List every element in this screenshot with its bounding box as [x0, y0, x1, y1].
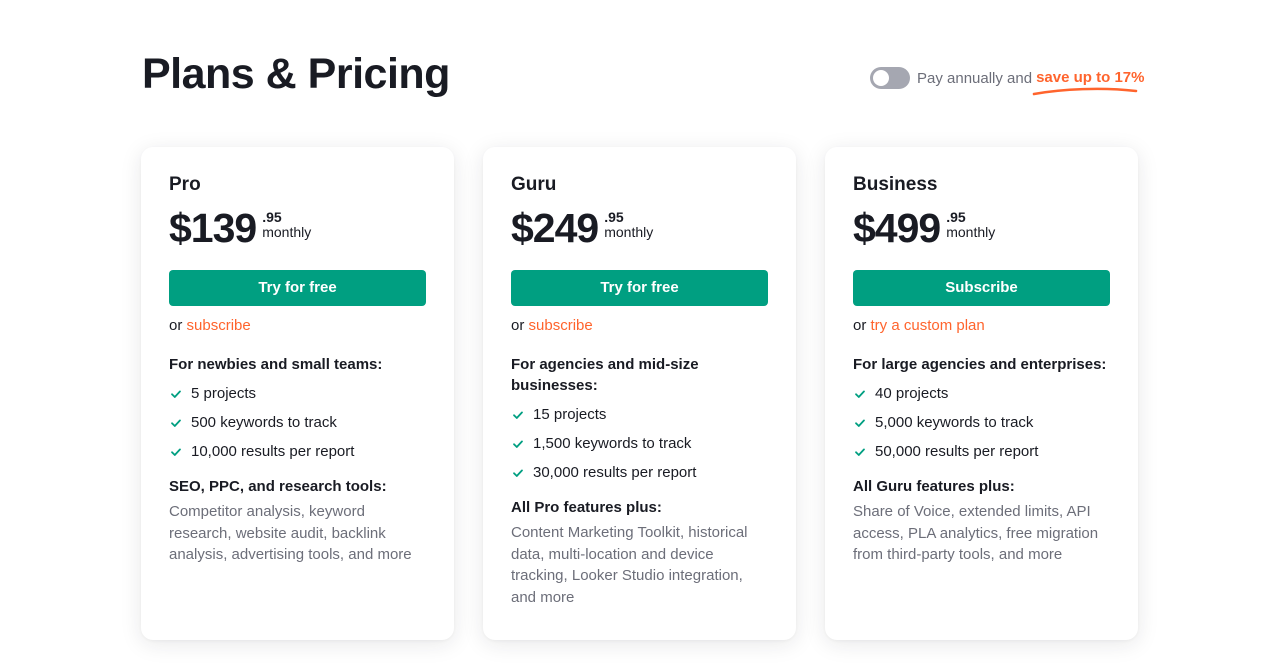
feature-item: 1,500 keywords to track — [511, 429, 768, 458]
extras-title: All Guru features plus: — [853, 478, 1015, 495]
price-whole: $499 — [853, 205, 941, 251]
check-icon — [855, 448, 865, 456]
feature-text: 500 keywords to track — [191, 414, 337, 431]
price-whole: $139 — [169, 205, 257, 251]
price-period: monthly — [604, 224, 654, 240]
extras-description: Competitor analysis, keyword research, w… — [169, 503, 412, 563]
check-icon — [171, 419, 181, 427]
check-icon — [171, 390, 181, 398]
extras-description: Share of Voice, extended limits, API acc… — [853, 503, 1099, 563]
feature-item: 40 projects — [853, 379, 1110, 408]
billing-toggle-label: Pay annually and — [917, 69, 1033, 87]
plan-name: Pro — [169, 174, 201, 195]
alt-action: or subscribe — [169, 316, 426, 336]
feature-item: 5,000 keywords to track — [853, 408, 1110, 437]
price-details: .95 monthly — [262, 210, 311, 240]
price-details: .95 monthly — [946, 210, 995, 240]
feature-text: 50,000 results per report — [875, 443, 1039, 460]
plan-price: $139 .95 monthly — [169, 206, 426, 250]
feature-item: 10,000 results per report — [169, 437, 426, 466]
alt-prefix: or — [169, 317, 183, 334]
check-icon — [855, 390, 865, 398]
alt-action: or try a custom plan — [853, 316, 1110, 336]
plan-audience: For agencies and mid-size businesses: — [511, 356, 699, 394]
plan-audience: For newbies and small teams: — [169, 356, 383, 373]
annual-billing-toggle[interactable] — [870, 67, 910, 89]
check-icon — [513, 411, 523, 419]
subscribe-button[interactable]: Subscribe — [853, 270, 1110, 306]
page-title: Plans & Pricing — [142, 50, 450, 98]
subscribe-link[interactable]: subscribe — [187, 317, 251, 334]
feature-item: 30,000 results per report — [511, 458, 768, 487]
alt-prefix: or — [511, 317, 525, 334]
feature-text: 10,000 results per report — [191, 443, 355, 460]
billing-toggle-group: Pay annually and save up to 17% — [870, 66, 1144, 96]
feature-text: 1,500 keywords to track — [533, 435, 692, 452]
price-cents: .95 — [262, 209, 282, 225]
custom-plan-link[interactable]: try a custom plan — [871, 317, 985, 334]
feature-item: 5 projects — [169, 379, 426, 408]
extras-title: SEO, PPC, and research tools: — [169, 478, 387, 495]
price-cents: .95 — [946, 209, 966, 225]
try-for-free-button[interactable]: Try for free — [511, 270, 768, 306]
alt-prefix: or — [853, 317, 867, 334]
feature-list: 40 projects 5,000 keywords to track 50,0… — [853, 379, 1110, 466]
pricing-page: Plans & Pricing Pay annually and save up… — [0, 0, 1280, 666]
feature-list: 15 projects 1,500 keywords to track 30,0… — [511, 400, 768, 487]
plan-card-guru: Guru $249 .95 monthly Try for free or su… — [483, 147, 796, 640]
plan-audience: For large agencies and enterprises: — [853, 356, 1107, 373]
subscribe-link[interactable]: subscribe — [529, 317, 593, 334]
price-whole: $249 — [511, 205, 599, 251]
alt-action: or subscribe — [511, 316, 768, 336]
feature-item: 50,000 results per report — [853, 437, 1110, 466]
toggle-knob — [873, 70, 889, 86]
plan-cards: Pro $139 .95 monthly Try for free or sub… — [141, 147, 1138, 640]
plan-name: Business — [853, 174, 938, 195]
feature-item: 500 keywords to track — [169, 408, 426, 437]
feature-item: 15 projects — [511, 400, 768, 429]
feature-text: 40 projects — [875, 385, 949, 402]
check-icon — [855, 419, 865, 427]
plan-card-business: Business $499 .95 monthly Subscribe or t… — [825, 147, 1138, 640]
savings-highlight: save up to 17% — [1032, 69, 1144, 96]
feature-list: 5 projects 500 keywords to track 10,000 … — [169, 379, 426, 466]
underline-swoosh-icon — [1032, 87, 1138, 96]
plan-name: Guru — [511, 174, 557, 195]
try-for-free-button[interactable]: Try for free — [169, 270, 426, 306]
plan-price: $499 .95 monthly — [853, 206, 1110, 250]
feature-text: 30,000 results per report — [533, 464, 697, 481]
price-period: monthly — [262, 224, 312, 240]
check-icon — [513, 469, 523, 477]
price-period: monthly — [946, 224, 996, 240]
check-icon — [513, 440, 523, 448]
extras-title: All Pro features plus: — [511, 499, 662, 516]
feature-text: 15 projects — [533, 406, 607, 423]
plan-card-pro: Pro $139 .95 monthly Try for free or sub… — [141, 147, 454, 640]
plan-price: $249 .95 monthly — [511, 206, 768, 250]
price-cents: .95 — [604, 209, 624, 225]
price-details: .95 monthly — [604, 210, 653, 240]
check-icon — [171, 448, 181, 456]
feature-text: 5,000 keywords to track — [875, 414, 1034, 431]
extras-description: Content Marketing Toolkit, historical da… — [511, 524, 748, 606]
feature-text: 5 projects — [191, 385, 257, 402]
